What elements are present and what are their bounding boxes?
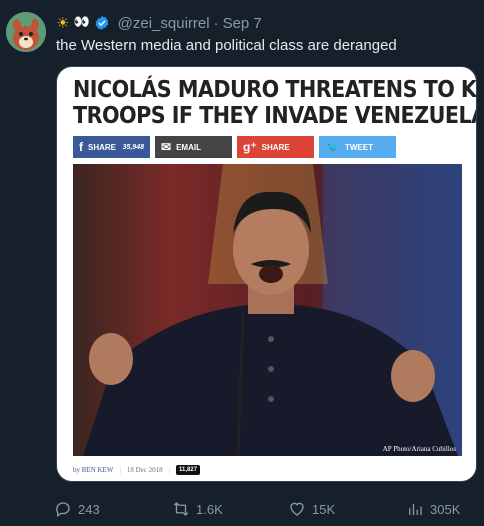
- squirrel-avatar-icon: [6, 12, 46, 52]
- retweet-button[interactable]: 1.6K: [172, 498, 223, 520]
- twitter-bird-icon: 🐦: [325, 140, 340, 154]
- maduro-photo-illustration: [73, 164, 462, 456]
- tweet-header: ☀ 👀 @zei_squirrel · Sep 7: [56, 13, 262, 33]
- facebook-share-button: f SHARE 35,948: [73, 136, 150, 158]
- eyes-emoji: 👀: [73, 15, 89, 30]
- facebook-share-label: SHARE: [88, 142, 117, 152]
- views-button[interactable]: 305K: [406, 498, 460, 520]
- separator-dot: ·: [213, 14, 219, 32]
- like-count: 15K: [312, 501, 336, 517]
- retweet-count: 1.6K: [196, 501, 223, 517]
- google-plus-share-button: g⁺ SHARE: [237, 136, 314, 158]
- google-plus-icon: g⁺: [243, 140, 257, 154]
- tweet-text: the Western media and political class ar…: [56, 37, 397, 54]
- comment-count-badge: 11,827: [176, 465, 201, 475]
- headline-line-2: TROOPS IF THEY INVADE VENEZUELA: [73, 103, 477, 129]
- heart-icon: [290, 502, 304, 516]
- share-buttons: f SHARE 35,948 ✉ EMAIL g⁺ SHARE 🐦 TWEET: [73, 136, 396, 158]
- twitter-share-button: 🐦 TWEET: [319, 136, 396, 158]
- reply-count: 243: [78, 501, 100, 517]
- facebook-icon: f: [79, 140, 83, 154]
- facebook-share-count: 35,948: [122, 143, 144, 151]
- envelope-icon: ✉: [161, 140, 172, 154]
- verified-badge-icon[interactable]: [94, 15, 110, 31]
- photo-credit: AP Photo/Ariana Cubillos: [382, 445, 456, 453]
- google-plus-share-label: SHARE: [261, 142, 290, 152]
- user-handle[interactable]: @zei_squirrel: [118, 15, 210, 32]
- byline-separator: |: [168, 466, 171, 474]
- tweet[interactable]: ☀ 👀 @zei_squirrel · Sep 7 the Western me…: [0, 0, 484, 526]
- view-count: 305K: [430, 501, 461, 517]
- byline-author: by BEN KEW: [73, 466, 114, 474]
- email-share-label: EMAIL: [176, 142, 201, 152]
- byline-date: 18 Dec 2018: [126, 466, 163, 474]
- twitter-share-label: TWEET: [344, 142, 373, 152]
- article-byline: by BEN KEW | 18 Dec 2018 | 11,827: [73, 465, 201, 475]
- avatar[interactable]: [6, 12, 46, 52]
- sun-emoji: ☀: [56, 14, 70, 32]
- views-chart-icon: [409, 503, 422, 515]
- reply-icon: [56, 502, 70, 518]
- article-photo: AP Photo/Ariana Cubillos: [73, 164, 462, 456]
- tweet-date[interactable]: Sep 7: [223, 15, 262, 32]
- media-card[interactable]: NICOLÁS MADURO THREATENS TO KILL U.S. TR…: [56, 66, 477, 482]
- tweet-actions: 243 1.6K 15K 305K: [54, 498, 474, 520]
- like-button[interactable]: 15K: [288, 498, 335, 520]
- retweet-icon: [173, 502, 189, 516]
- reply-button[interactable]: 243: [54, 498, 100, 520]
- headline-line-1: NICOLÁS MADURO THREATENS TO KILL U.S.: [73, 77, 477, 103]
- byline-separator: |: [119, 466, 121, 474]
- email-share-button: ✉ EMAIL: [155, 136, 232, 158]
- article-headline: NICOLÁS MADURO THREATENS TO KILL U.S. TR…: [73, 77, 477, 129]
